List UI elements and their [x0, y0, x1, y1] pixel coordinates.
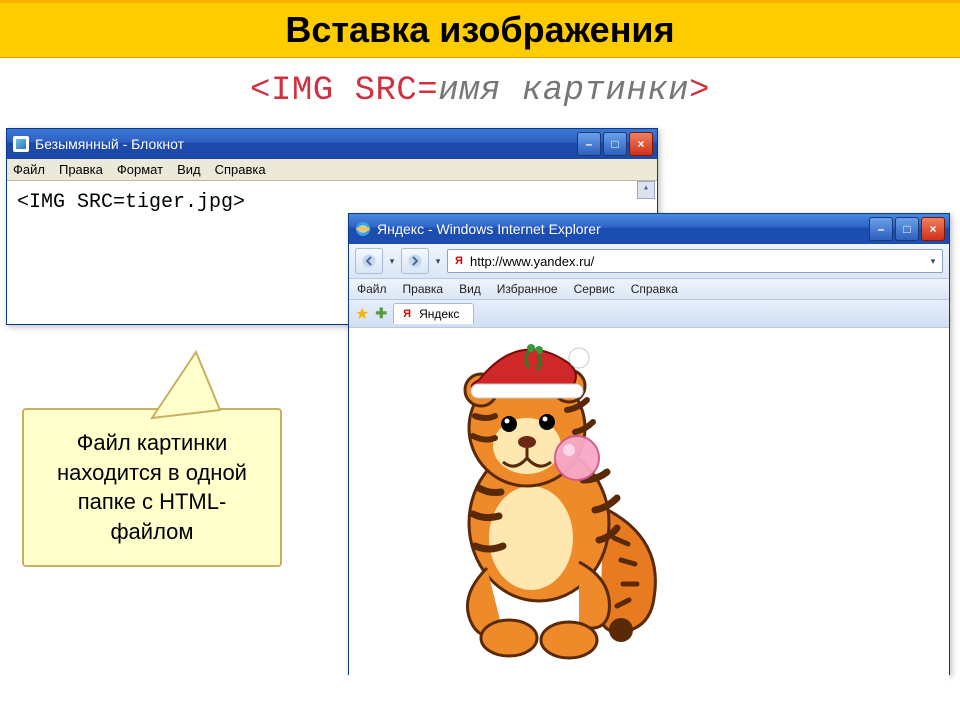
notepad-titlebar[interactable]: Безымянный - Блокнот – □ ×	[7, 129, 657, 159]
minimize-button[interactable]: –	[577, 132, 601, 156]
notepad-content: <IMG SRC=tiger.jpg>	[17, 191, 245, 214]
maximize-button[interactable]: □	[895, 217, 919, 241]
code-bracket-open: <	[250, 72, 271, 110]
minimize-button[interactable]: –	[869, 217, 893, 241]
address-bar[interactable]: Я http://www.yandex.ru/ ▾	[447, 249, 943, 273]
code-eq: =	[417, 72, 438, 110]
callout-box: Файл картинки находится в одной папке с …	[22, 408, 282, 567]
address-text: http://www.yandex.ru/	[470, 254, 924, 269]
menu-help[interactable]: Справка	[631, 282, 678, 296]
code-bracket-close: >	[689, 72, 710, 110]
menu-favorites[interactable]: Избранное	[497, 282, 558, 296]
ie-nav-toolbar: ▾ ▾ Я http://www.yandex.ru/ ▾	[349, 244, 949, 279]
code-tag: IMG SRC	[271, 72, 417, 110]
browser-tab[interactable]: Я Яндекс	[393, 303, 474, 324]
menu-edit[interactable]: Правка	[403, 282, 444, 296]
notepad-icon	[13, 136, 29, 152]
back-button[interactable]	[355, 248, 383, 274]
back-dropdown-icon[interactable]: ▾	[387, 256, 397, 267]
menu-file[interactable]: Файл	[357, 282, 387, 296]
tab-label: Яндекс	[419, 307, 459, 321]
stage: Безымянный - Блокнот – □ × Файл Правка Ф…	[0, 128, 960, 688]
ie-icon	[355, 221, 371, 237]
menu-view[interactable]: Вид	[177, 162, 201, 177]
menu-file[interactable]: Файл	[13, 162, 45, 177]
menu-edit[interactable]: Правка	[59, 162, 103, 177]
ie-menubar: Файл Правка Вид Избранное Сервис Справка	[349, 279, 949, 300]
notepad-menubar: Файл Правка Формат Вид Справка	[7, 159, 657, 181]
address-dropdown-icon[interactable]: ▾	[928, 256, 938, 267]
notepad-title: Безымянный - Блокнот	[35, 136, 577, 152]
scroll-up-button[interactable]: ▴	[637, 181, 655, 199]
add-favorite-icon[interactable]: ✚	[375, 305, 387, 322]
slide-header: Вставка изображения	[0, 0, 960, 58]
window-controls: – □ ×	[577, 132, 653, 156]
favorites-star-icon[interactable]: ★	[355, 304, 369, 324]
maximize-button[interactable]: □	[603, 132, 627, 156]
slide-title: Вставка изображения	[285, 9, 674, 50]
callout-text: Файл картинки находится в одной папке с …	[57, 430, 247, 544]
tab-site-icon: Я	[400, 307, 414, 321]
menu-format[interactable]: Формат	[117, 162, 163, 177]
menu-view[interactable]: Вид	[459, 282, 481, 296]
tiger-image	[409, 338, 669, 668]
ie-tabbar: ★ ✚ Я Яндекс	[349, 300, 949, 328]
ie-page-body	[349, 328, 949, 688]
close-button[interactable]: ×	[921, 217, 945, 241]
ie-title: Яндекс - Windows Internet Explorer	[377, 221, 869, 237]
callout-tail-icon	[142, 350, 232, 420]
window-controls: – □ ×	[869, 217, 945, 241]
menu-tools[interactable]: Сервис	[574, 282, 615, 296]
code-param: имя картинки	[438, 72, 689, 110]
code-example: <IMG SRC=имя картинки>	[0, 72, 960, 110]
callout: Файл картинки находится в одной папке с …	[22, 408, 282, 567]
ie-window: Яндекс - Windows Internet Explorer – □ ×…	[348, 213, 950, 675]
close-button[interactable]: ×	[629, 132, 653, 156]
menu-help[interactable]: Справка	[215, 162, 266, 177]
site-icon: Я	[452, 254, 466, 268]
forward-button[interactable]	[401, 248, 429, 274]
forward-dropdown-icon[interactable]: ▾	[433, 256, 443, 267]
ie-titlebar[interactable]: Яндекс - Windows Internet Explorer – □ ×	[349, 214, 949, 244]
